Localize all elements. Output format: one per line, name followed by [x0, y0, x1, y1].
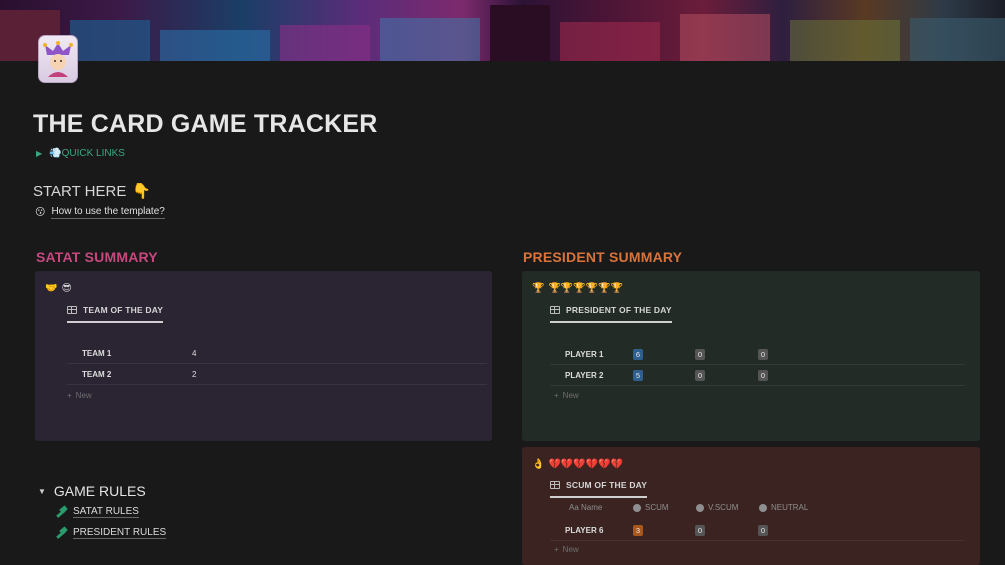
- score-badge: 0: [758, 349, 768, 360]
- smile-icon: 😗: [35, 207, 46, 218]
- how-to-label[interactable]: How to use the template?: [51, 206, 165, 219]
- president-of-the-day-view-tab[interactable]: PRESIDENT OF THE DAY: [550, 305, 672, 323]
- president-rules-link[interactable]: PRESIDENT RULES: [55, 527, 167, 539]
- score-badge: 0: [695, 349, 705, 360]
- toggle-triangle-icon[interactable]: ▶: [36, 149, 42, 158]
- new-row-button[interactable]: + New: [67, 391, 92, 400]
- score-badge: 0: [758, 525, 768, 536]
- toggle-triangle-icon[interactable]: ▼: [38, 487, 46, 496]
- new-row-button[interactable]: + New: [554, 545, 579, 554]
- table-icon: [550, 306, 560, 314]
- handshake-icon: 🤝: [45, 283, 58, 294]
- sunglasses-icon: 😎: [61, 283, 72, 294]
- score-badge: 5: [633, 370, 643, 381]
- ok-hand-icon: 👌: [532, 459, 545, 470]
- table-row[interactable]: PLAYER 2 5 0 0: [550, 365, 965, 386]
- president-summary-title: PRESIDENT SUMMARY: [523, 249, 683, 265]
- team-of-the-day-view-tab[interactable]: TEAM OF THE DAY: [67, 305, 164, 323]
- page-title: THE CARD GAME TRACKER: [33, 110, 378, 138]
- score-badge: 6: [633, 349, 643, 360]
- page-icon-jester[interactable]: [38, 35, 78, 83]
- table-row[interactable]: TEAM 2 2: [67, 364, 487, 385]
- column-header-scum[interactable]: SCUM: [633, 503, 669, 512]
- plus-icon: +: [554, 391, 559, 400]
- president-summary-callout: 🏆 🏆🏆🏆🏆🏆🏆 PRESIDENT OF THE DAY PLAYER 1 6…: [522, 271, 980, 441]
- satat-summary-title: SATAT SUMMARY: [36, 249, 158, 265]
- broken-hearts-icon: 💔💔💔💔💔💔: [548, 459, 624, 470]
- new-row-button[interactable]: + New: [554, 391, 579, 400]
- satat-summary-callout: 🤝 😎 TEAM OF THE DAY TEAM 1 4 TEAM 2 2 + …: [35, 271, 492, 441]
- game-rules-heading[interactable]: ▼ GAME RULES: [38, 483, 166, 499]
- satat-emoji-row: 🤝 😎: [45, 283, 72, 294]
- plus-icon: +: [67, 391, 72, 400]
- game-rules-toggle: ▼ GAME RULES SATAT RULES PRESIDENT RULES: [38, 483, 167, 539]
- x-circle-icon: [696, 503, 704, 512]
- table-row[interactable]: PLAYER 6 3 0 0: [550, 520, 965, 541]
- cover-image: [0, 0, 1005, 61]
- satat-rules-link[interactable]: SATAT RULES: [55, 506, 166, 518]
- table-row[interactable]: PLAYER 1 6 0 0: [550, 344, 965, 365]
- scum-summary-callout: 👌 💔💔💔💔💔💔 SCUM OF THE DAY Aa Name SCUM V.…: [522, 447, 980, 565]
- trophies-icon: 🏆🏆🏆🏆🏆🏆: [548, 283, 624, 294]
- score-badge: 0: [695, 370, 705, 381]
- score-badge: 0: [758, 370, 768, 381]
- how-to-link[interactable]: 😗 How to use the template?: [35, 206, 165, 219]
- president-emoji-row: 🏆 🏆🏆🏆🏆🏆🏆: [532, 283, 623, 294]
- table-row[interactable]: TEAM 1 4: [67, 343, 487, 364]
- info-icon: [759, 503, 767, 512]
- table-icon: [550, 481, 560, 489]
- gavel-icon: [55, 507, 67, 517]
- plus-icon: +: [554, 545, 559, 554]
- quick-links-label[interactable]: 💨QUICK LINKS: [49, 148, 125, 159]
- score-badge: 3: [633, 525, 643, 536]
- column-header-vscum[interactable]: V.SCUM: [696, 503, 738, 512]
- table-icon: [67, 306, 77, 314]
- pointing-down-icon: 👇: [132, 183, 152, 200]
- column-header-neutral[interactable]: NEUTRAL: [759, 503, 808, 512]
- start-here-heading: START HERE 👇: [33, 182, 152, 201]
- quick-links-toggle[interactable]: ▶ 💨QUICK LINKS: [36, 148, 125, 159]
- gavel-icon: [55, 528, 67, 538]
- scum-emoji-row: 👌 💔💔💔💔💔💔: [532, 459, 623, 470]
- column-header-name[interactable]: Aa Name: [569, 503, 602, 512]
- score-badge: 0: [695, 525, 705, 536]
- skull-icon: [633, 503, 641, 512]
- trophy-icon: 🏆: [532, 283, 545, 294]
- scum-of-the-day-view-tab[interactable]: SCUM OF THE DAY: [550, 480, 648, 498]
